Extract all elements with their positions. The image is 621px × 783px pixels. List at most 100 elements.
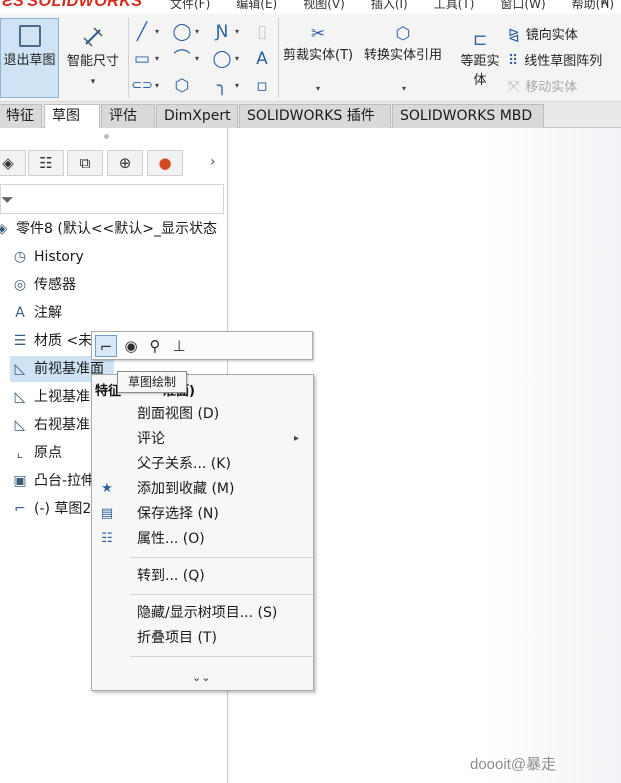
tree-item-label: 原点 (34, 445, 62, 461)
arc-dropdown-icon[interactable]: ▾ (195, 48, 203, 70)
tree-item-sketch2[interactable]: ⌐ (-) 草图2 (10, 496, 91, 522)
zoom-to-selection-icon[interactable]: ⚲ (144, 335, 166, 357)
circle-dropdown-icon[interactable]: ▾ (195, 21, 203, 43)
sketch-icon: ⌐ (14, 501, 26, 517)
favorites-icon: ★ (101, 481, 113, 496)
menu-item-add-to-favorites[interactable]: ★ 添加到收藏 (M) (92, 477, 313, 501)
panel-tab-scroll-icon[interactable]: › (210, 154, 216, 170)
menu-insert[interactable]: 插入(I) (371, 0, 408, 12)
trim-entities-button[interactable]: ✂ 剪裁实体(T) (283, 24, 353, 63)
tab-evaluate[interactable]: 评估 (101, 104, 155, 128)
fillet-tool-icon[interactable]: ╮ (210, 75, 234, 97)
exit-sketch-button[interactable]: 退出草图 (0, 18, 59, 98)
panel-grip-icon[interactable] (104, 134, 109, 139)
property-manager-tab-icon[interactable]: ☷ (28, 150, 64, 176)
rectangle-tool-icon[interactable]: ▭ (130, 48, 154, 70)
menu-edit[interactable]: 编辑(E) (236, 0, 277, 12)
convert-icon: ⬡ (395, 24, 411, 44)
tree-filter-field[interactable]: ⏷ (0, 184, 224, 214)
line-dropdown-icon[interactable]: ▾ (155, 21, 163, 43)
tree-item-part[interactable]: ◈ 零件8 (默认<<默认>_显示状态 (0, 216, 228, 242)
menu-item-go-to[interactable]: 转到... (Q) (92, 564, 313, 588)
polygon-dropdown-icon[interactable]: ▾ (235, 48, 243, 70)
display-manager-tab-icon[interactable]: ● (147, 150, 183, 176)
sketch-tools-group: ╱ ▾ ◯ ▾ Ɲ ▾ ▯ ▭ ▾ ⌒ ▾ ◯ ▾ A ⊂⊃ ▾ ⬡ ╮ ▾ ▫ (130, 19, 275, 99)
menu-item-label: 剖面视图 (D) (137, 406, 220, 422)
menu-view[interactable]: 视图(V) (303, 0, 345, 12)
tree-item-label: History (34, 249, 84, 265)
menu-item-save-selection[interactable]: ▤ 保存选择 (N) (92, 502, 313, 526)
tab-sketch[interactable]: 草图 (44, 104, 100, 128)
ribbon-divider (128, 18, 129, 98)
configuration-manager-tab-icon[interactable]: ⧉ (67, 150, 103, 176)
tab-dimxpert[interactable]: DimXpert (156, 104, 238, 128)
text-tool-icon[interactable]: A (250, 48, 274, 70)
tree-item-sensors[interactable]: ◎ 传感器 (10, 272, 228, 298)
offset-entities-button[interactable]: ⊏ 等距实 体 (458, 30, 502, 88)
trim-dropdown-icon[interactable]: ▾ (316, 78, 324, 100)
mirror-entities-button[interactable]: ⧎ 镜向实体 (508, 24, 578, 43)
menu-item-comment[interactable]: 评论 ▸ (92, 427, 313, 451)
slot-dropdown-icon[interactable]: ▾ (155, 75, 163, 97)
convert-label: 转换实体引用 (364, 48, 443, 63)
ribbon-divider (278, 18, 279, 98)
tree-item-label: 上视基准 (34, 389, 90, 405)
spline-dropdown-icon[interactable]: ▾ (235, 21, 243, 43)
move-entities-button[interactable]: ⤧ 移动实体 (508, 76, 577, 95)
menu-tools[interactable]: 工具(T) (434, 0, 475, 12)
tree-item-history[interactable]: ◷ History (10, 244, 228, 270)
menu-item-label: 折叠项目 (T) (137, 630, 217, 646)
arc-tool-icon[interactable]: ⌒ (170, 48, 194, 70)
plane-tool-icon[interactable]: ▯ (250, 21, 274, 43)
circle-tool-icon[interactable]: ◯ (170, 21, 194, 43)
menu-separator (130, 557, 313, 558)
menu-window[interactable]: 窗口(W) (500, 0, 545, 12)
annotation-icon: A (15, 305, 25, 321)
mirror-icon: ⧎ (508, 27, 520, 43)
plane-icon: ◺ (14, 389, 26, 405)
tree-item-annotations[interactable]: A 注解 (10, 300, 228, 326)
menu-item-parent-child[interactable]: 父子关系... (K) (92, 452, 313, 476)
hexagon-tool-icon[interactable]: ⬡ (170, 75, 194, 97)
line-tool-icon[interactable]: ╱ (130, 21, 154, 43)
menu-item-label: 添加到收藏 (M) (137, 481, 235, 497)
eye-icon[interactable]: ◉ (120, 335, 142, 357)
offset-label-line2: 体 (473, 73, 487, 88)
dimxpert-manager-tab-icon[interactable]: ⊕ (107, 150, 143, 176)
linear-pattern-button[interactable]: ⠿ 线性草图阵列 (508, 50, 602, 69)
plane-icon: ◺ (14, 361, 26, 377)
sketch-icon[interactable]: ⌐ (95, 335, 117, 357)
menu-item-label: 父子关系... (K) (137, 456, 231, 472)
smart-dimension-button[interactable]: 智能尺寸 ▾ (62, 18, 124, 98)
polygon-tool-icon[interactable]: ◯ (210, 48, 234, 70)
slot-tool-icon[interactable]: ⊂⊃ (130, 75, 154, 97)
smart-dimension-dropdown-icon[interactable]: ▾ (62, 77, 124, 87)
tree-item-label: 右视基准 (34, 417, 90, 433)
tree-item-origin[interactable]: ⌞ 原点 (10, 440, 91, 466)
menu-item-collapse-items[interactable]: 折叠项目 (T) (92, 626, 313, 650)
tree-item-right-plane[interactable]: ◺ 右视基准 (10, 412, 91, 438)
feature-manager-tab-icon[interactable]: ◈ (0, 150, 26, 176)
point-tool-icon[interactable]: ▫ (250, 75, 274, 97)
convert-entities-button[interactable]: ⬡ 转换实体引用 (364, 24, 442, 63)
menu-item-hide-show-tree-items[interactable]: 隐藏/显示树项目... (S) (92, 601, 313, 625)
menu-separator (130, 594, 313, 595)
normal-to-icon[interactable]: ⊥ (168, 335, 190, 357)
menu-item-section-view[interactable]: 剖面视图 (D) (92, 402, 313, 426)
tab-solidworks-addins[interactable]: SOLIDWORKS 插件 (239, 104, 391, 128)
spline-tool-icon[interactable]: Ɲ (210, 21, 234, 43)
context-toolbar: ⌐ ◉ ⚲ ⊥ (91, 331, 313, 360)
convert-dropdown-icon[interactable]: ▾ (402, 78, 410, 100)
fillet-dropdown-icon[interactable]: ▾ (235, 75, 243, 97)
rectangle-dropdown-icon[interactable]: ▾ (155, 48, 163, 70)
menu-item-properties[interactable]: ☷ 属性... (O) (92, 527, 313, 551)
expand-menu-icon[interactable]: ⌄⌄ (192, 671, 210, 684)
tree-item-top-plane[interactable]: ◺ 上视基准 (10, 384, 91, 410)
pin-icon[interactable]: ⊼ (600, 0, 609, 9)
tab-solidworks-mbd[interactable]: SOLIDWORKS MBD (392, 104, 544, 128)
origin-icon: ⌞ (16, 445, 24, 461)
tab-features[interactable]: 特征 (0, 104, 42, 128)
tree-item-boss-extrude[interactable]: ▣ 凸台-拉伸 (10, 468, 91, 494)
menu-file[interactable]: 文件(F) (170, 0, 210, 12)
sensor-icon: ◎ (13, 277, 27, 293)
